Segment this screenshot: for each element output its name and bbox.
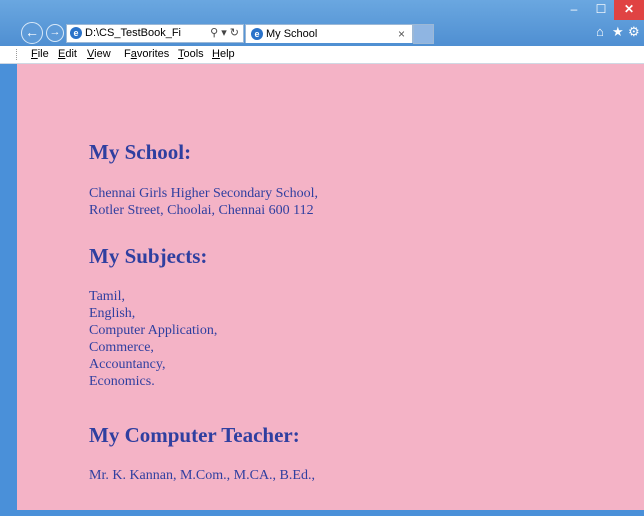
menu-bar: File Edit View Favorites Tools Help: [0, 46, 644, 64]
close-button[interactable]: ✕: [614, 0, 644, 20]
new-tab-button[interactable]: [413, 24, 434, 44]
forward-button[interactable]: →: [46, 24, 64, 42]
menu-edit-label: dit: [65, 48, 77, 60]
gear-icon[interactable]: ⚙: [628, 24, 640, 40]
menu-grip: [16, 49, 19, 60]
menu-favorites-prefix: F: [124, 48, 131, 60]
menu-file-accelerator: F: [31, 48, 38, 60]
menu-view-label: iew: [94, 48, 111, 60]
menu-file[interactable]: File: [31, 46, 49, 63]
title-bar: – ☐ ✕ ← → eD:\CS_TestBook_Final\ ⚲ ▾ ↻ e…: [0, 0, 644, 46]
teacher-name: Mr. K. Kannan, M.Com., M.CA., B.Ed.,: [89, 468, 315, 483]
maximize-button[interactable]: ☐: [588, 0, 614, 20]
menu-help[interactable]: Help: [212, 46, 235, 63]
address-url[interactable]: D:\CS_TestBook_Final\: [85, 25, 181, 42]
school-heading: My School:: [89, 140, 192, 164]
minimize-button[interactable]: –: [560, 0, 588, 20]
ie-tab-icon: e: [251, 28, 263, 40]
back-button[interactable]: ←: [21, 22, 43, 44]
menu-view[interactable]: View: [87, 46, 111, 63]
teacher-heading: My Computer Teacher:: [89, 423, 300, 447]
tab-close-icon[interactable]: ×: [398, 25, 405, 43]
school-address: Chennai Girls Higher Secondary School, R…: [89, 185, 318, 219]
subjects-heading: My Subjects:: [89, 244, 208, 268]
page-content: My School: Chennai Girls Higher Secondar…: [17, 64, 644, 510]
school-address-line: Chennai Girls Higher Secondary School,: [89, 186, 319, 201]
menu-tools-label: ools: [183, 48, 204, 60]
subject-item: Computer Application,: [89, 323, 218, 338]
browser-window: – ☐ ✕ ← → eD:\CS_TestBook_Final\ ⚲ ▾ ↻ e…: [0, 0, 644, 516]
forward-arrow-icon: →: [49, 26, 61, 38]
menu-favorites[interactable]: Favorites: [124, 46, 169, 63]
home-icon[interactable]: ⌂: [596, 24, 604, 39]
menu-edit[interactable]: Edit: [58, 46, 77, 63]
back-arrow-icon: ←: [25, 24, 39, 40]
window-bottom-border: [0, 510, 644, 516]
subject-item: Economics.: [89, 374, 155, 389]
menu-help-label: elp: [219, 48, 235, 60]
address-bar[interactable]: eD:\CS_TestBook_Final\ ⚲ ▾ ↻: [66, 24, 244, 43]
tab-title: My School: [266, 28, 318, 40]
tab-my-school[interactable]: e My School ×: [245, 24, 413, 43]
subject-item: Tamil,: [89, 289, 125, 304]
favorites-star-icon[interactable]: ★: [612, 24, 624, 40]
menu-favorites-label: vorites: [136, 48, 170, 60]
menu-file-label: ile: [37, 48, 49, 60]
subject-item: English,: [89, 306, 136, 321]
ie-page-icon: e: [70, 27, 82, 39]
subject-item: Commerce,: [89, 340, 154, 355]
menu-help-accelerator: H: [212, 48, 220, 60]
menu-tools[interactable]: Tools: [178, 46, 204, 63]
subject-item: Accountancy,: [89, 357, 166, 372]
subjects-list: Tamil, English, Computer Application, Co…: [89, 288, 217, 390]
school-address-line: Rotler Street, Choolai, Chennai 600 112: [89, 203, 314, 218]
address-tools[interactable]: ⚲ ▾ ↻: [210, 25, 239, 42]
